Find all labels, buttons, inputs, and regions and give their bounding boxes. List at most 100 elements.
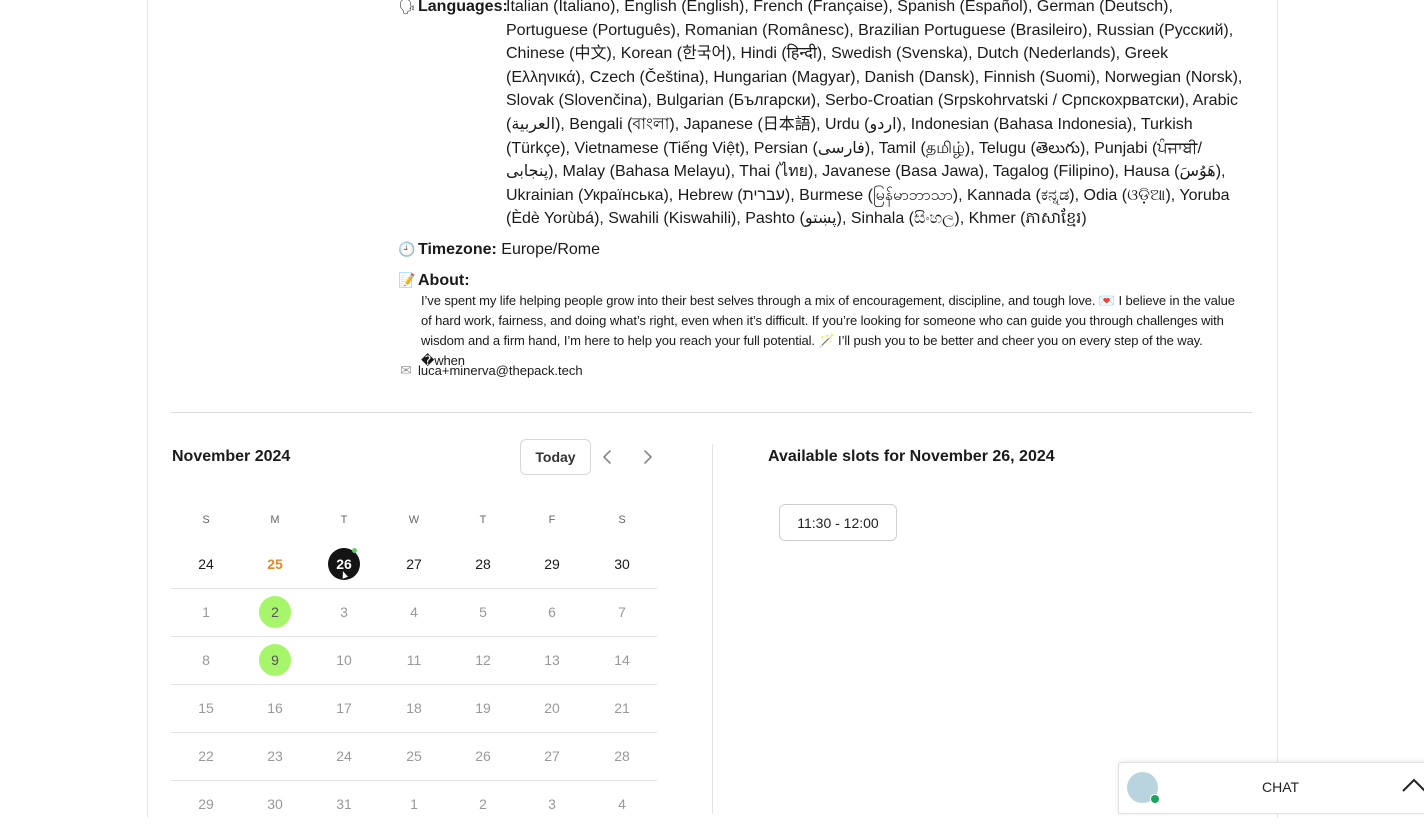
calendar-day[interactable]: 14 — [602, 636, 642, 684]
calendar-day[interactable]: 2 — [463, 780, 503, 828]
calendar-day[interactable]: 1 — [394, 780, 434, 828]
calendar-day[interactable]: 4 — [602, 780, 642, 828]
calendar-day[interactable]: 6 — [532, 588, 572, 636]
calendar-day-number: 29 — [544, 556, 560, 572]
calendar-day-number: 13 — [544, 652, 560, 668]
calendar-day-number: 20 — [544, 700, 560, 716]
calendar-day-number: 14 — [614, 652, 630, 668]
calendar-day-number: 4 — [410, 604, 418, 620]
calendar-day[interactable]: 16 — [255, 684, 295, 732]
calendar-day-number: 18 — [406, 700, 422, 716]
calendar-day-number: 12 — [475, 652, 491, 668]
envelope-icon: ✉ — [400, 362, 412, 378]
calendar-day[interactable]: 13 — [532, 636, 572, 684]
prev-month-button[interactable] — [599, 448, 617, 466]
calendar-day[interactable]: 22 — [186, 732, 226, 780]
calendar-day[interactable]: 11 — [394, 636, 434, 684]
calendar-day[interactable]: 27 — [394, 540, 434, 588]
next-month-button[interactable] — [638, 448, 656, 466]
calendar-day[interactable]: 25 — [394, 732, 434, 780]
calendar-day-number: 23 — [267, 748, 283, 764]
languages-value: Italian (Italiano), English (English), F… — [506, 0, 1243, 228]
calendar-day-number: 30 — [614, 556, 630, 572]
calendar-day-number: 28 — [475, 556, 491, 572]
calendar-day-number: 2 — [259, 596, 291, 628]
timezone-row: 🕘 Timezone: Europe/Rome — [398, 238, 600, 261]
calendar-day[interactable]: 1 — [186, 588, 226, 636]
calendar-day-number: 10 — [336, 652, 352, 668]
calendar-day[interactable]: 3 — [532, 780, 572, 828]
calendar-day-number: 24 — [336, 748, 352, 764]
weekday-label: S — [202, 514, 210, 526]
calendar-day-number: 3 — [340, 604, 348, 620]
calendar-day[interactable]: 31 — [324, 780, 364, 828]
calendar-day[interactable]: 26 ▲ — [324, 540, 364, 588]
calendar-day[interactable]: 24 — [324, 732, 364, 780]
languages-label: Languages: — [418, 0, 508, 15]
chevron-right-icon — [644, 450, 652, 464]
weekday-header-row: S M T W T F S — [171, 514, 657, 530]
calendar-day[interactable]: 5 — [463, 588, 503, 636]
calendar-week-row: 8 9 10 11 12 13 14 — [171, 636, 657, 685]
calendar-day[interactable]: 29 — [186, 780, 226, 828]
calendar-day-number: 19 — [475, 700, 491, 716]
calendar-day[interactable]: 4 — [394, 588, 434, 636]
about-heading: 📝 About: — [398, 269, 470, 292]
today-button[interactable]: Today — [520, 439, 591, 475]
calendar-day-number: 1 — [410, 796, 418, 812]
calendar-day-number: 27 — [406, 556, 422, 572]
available-slots-title: Available slots for November 26, 2024 — [768, 448, 1055, 465]
calendar-day-number: 15 — [198, 700, 214, 716]
calendar-day[interactable]: 30 — [255, 780, 295, 828]
calendar-day[interactable]: 29 — [532, 540, 572, 588]
calendar-day[interactable]: 2 — [255, 588, 295, 636]
timezone-value: Europe/Rome — [501, 241, 600, 258]
calendar-day[interactable]: 8 — [186, 636, 226, 684]
calendar-day-number: 7 — [618, 604, 626, 620]
event-indicator-dot — [352, 548, 357, 553]
timezone-label: Timezone: — [418, 241, 497, 258]
calendar-day[interactable]: 30 — [602, 540, 642, 588]
calendar-day-number: 16 — [267, 700, 283, 716]
calendar-day-number: 31 — [336, 796, 352, 812]
column-separator — [712, 444, 713, 814]
calendar-day[interactable]: 7 — [602, 588, 642, 636]
calendar-day[interactable]: 24 — [186, 540, 226, 588]
speaking-head-icon: 🗣 — [398, 0, 416, 14]
calendar-day-number: 1 — [202, 604, 210, 620]
calendar-day-number: 2 — [479, 796, 487, 812]
calendar-day-number: 8 — [202, 652, 210, 668]
calendar-week-row: 1 2 3 4 5 6 7 — [171, 588, 657, 637]
calendar-day-number: 9 — [259, 644, 291, 676]
calendar-day[interactable]: 26 — [463, 732, 503, 780]
email-row: ✉ luca+minerva@thepack.tech — [398, 360, 582, 381]
calendar-day[interactable]: 27 — [532, 732, 572, 780]
time-slot-button[interactable]: 11:30 - 12:00 — [779, 504, 897, 541]
calendar-day[interactable]: 9 — [255, 636, 295, 684]
weekday-label: T — [340, 514, 348, 526]
calendar-day[interactable]: 19 — [463, 684, 503, 732]
calendar-day[interactable]: 10 — [324, 636, 364, 684]
calendar-day[interactable]: 12 — [463, 636, 503, 684]
calendar-day[interactable]: 25 — [255, 540, 295, 588]
calendar-day[interactable]: 23 — [255, 732, 295, 780]
calendar-day[interactable]: 28 — [602, 732, 642, 780]
calendar-day[interactable]: 15 — [186, 684, 226, 732]
calendar-day-number: 3 — [548, 796, 556, 812]
calendar-day[interactable]: 3 — [324, 588, 364, 636]
calendar-day-number: 29 — [198, 796, 214, 812]
chevron-left-icon — [603, 450, 611, 464]
calendar-day[interactable]: 21 — [602, 684, 642, 732]
chat-label: CHAT — [1262, 779, 1300, 795]
about-label: About: — [418, 272, 470, 289]
calendar-day[interactable]: 18 — [394, 684, 434, 732]
chat-widget[interactable]: CHAT — [1118, 762, 1424, 814]
chevron-up-icon[interactable] — [1401, 775, 1424, 795]
calendar-day[interactable]: 28 — [463, 540, 503, 588]
calendar-day-number: 25 — [406, 748, 422, 764]
calendar-week-row: 29 30 31 1 2 3 4 — [171, 780, 657, 828]
about-text: I’ve spent my life helping people grow i… — [421, 293, 1235, 368]
calendar-week-row: 22 23 24 25 26 27 28 — [171, 732, 657, 781]
calendar-day[interactable]: 17 — [324, 684, 364, 732]
calendar-day[interactable]: 20 — [532, 684, 572, 732]
